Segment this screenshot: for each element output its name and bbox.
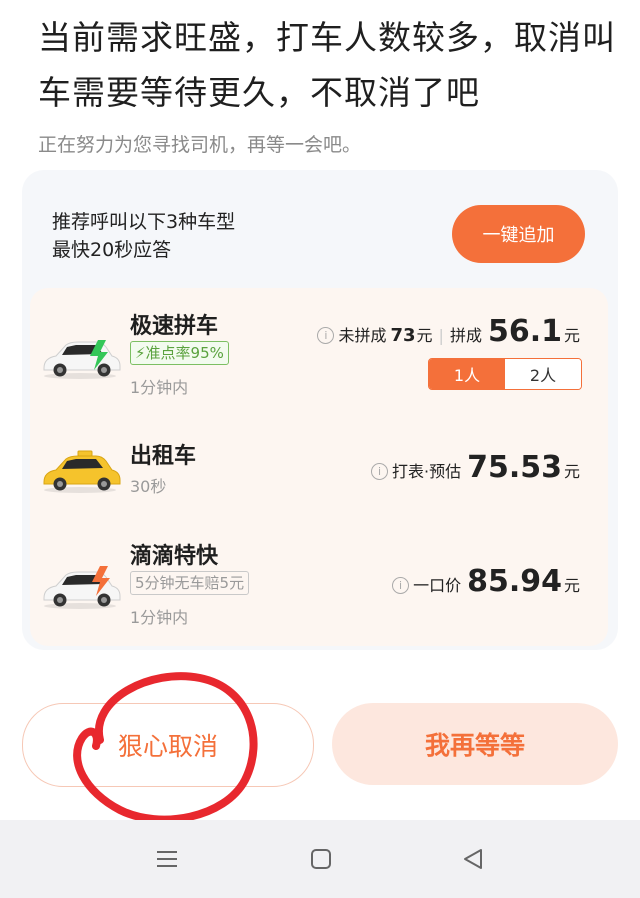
seat-option-2[interactable]: 2人: [505, 359, 581, 389]
option-name-express[interactable]: 滴滴特快: [130, 538, 218, 570]
recommend-line-1: 推荐呼叫以下3种车型: [52, 211, 236, 233]
option-name-carpool[interactable]: 极速拼车: [130, 308, 218, 340]
system-navigation-bar: [0, 820, 640, 898]
taxi-car-icon: [43, 450, 121, 493]
price-divider: |: [438, 326, 444, 345]
seat-option-1[interactable]: 1人: [429, 359, 505, 389]
option-eta-carpool: 1分钟内: [130, 378, 189, 397]
add-all-button[interactable]: 一键追加: [452, 205, 585, 263]
recommend-text: 推荐呼叫以下3种车型 最快20秒应答: [52, 208, 235, 264]
option-name-taxi[interactable]: 出租车: [130, 438, 196, 470]
express-price: i 一口价 85.94 元: [392, 564, 580, 599]
recommend-line-2: 最快20秒应答: [52, 239, 172, 261]
home-icon[interactable]: [308, 846, 334, 872]
express-car-icon: [43, 566, 121, 609]
carpool-price: i 未拼成 73 元 | 拼成 56.1 元: [317, 314, 580, 349]
info-icon[interactable]: i: [370, 463, 388, 480]
option-eta-taxi: 30秒: [130, 477, 167, 496]
back-icon[interactable]: [460, 846, 486, 872]
page-subline: 正在努力为您寻找司机，再等一会吧。: [38, 134, 362, 156]
carpool-car-icon: [43, 340, 121, 379]
info-icon[interactable]: i: [392, 577, 410, 594]
info-icon[interactable]: i: [317, 327, 335, 344]
taxi-price: i 打表·预估 75.53 元: [370, 450, 580, 485]
keep-waiting-button[interactable]: 我再等等: [332, 703, 618, 785]
lightning-icon: ⚡: [135, 344, 146, 362]
cancel-ride-button[interactable]: 狠心取消: [22, 703, 314, 787]
option-eta-express: 1分钟内: [130, 608, 189, 627]
menu-icon[interactable]: [154, 846, 180, 872]
seat-count-selector: 1人 2人: [428, 358, 582, 390]
page-headline: 当前需求旺盛，打车人数较多，取消叫车需要等待更久，不取消了吧: [38, 18, 616, 112]
punctuality-tag: ⚡准点率95%: [130, 341, 229, 365]
compensation-tag: 5分钟无车赔5元: [130, 571, 250, 595]
